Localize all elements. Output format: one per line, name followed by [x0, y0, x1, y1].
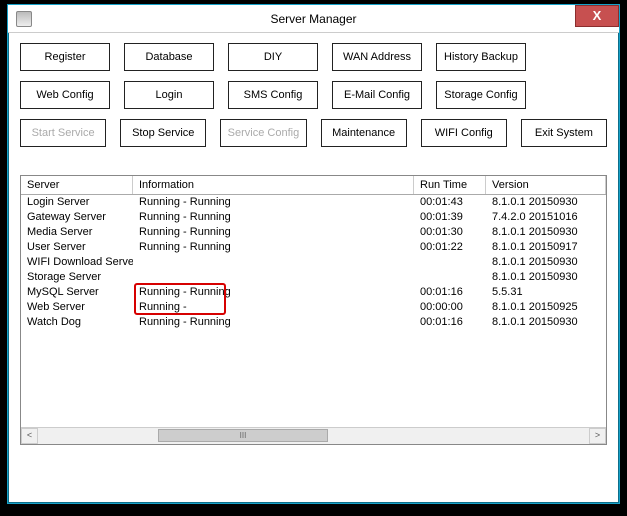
- storage-config-button[interactable]: Storage Config: [436, 81, 526, 109]
- cell-run: 00:01:30: [414, 225, 486, 240]
- start-service-button: Start Service: [20, 119, 106, 147]
- table-row[interactable]: MySQL ServerRunning - Running00:01:165.5…: [21, 285, 606, 300]
- scroll-right-button[interactable]: >: [589, 428, 606, 444]
- cell-info: Running - Running: [133, 315, 414, 330]
- cell-run: [414, 270, 486, 285]
- scroll-left-button[interactable]: <: [21, 428, 38, 444]
- table-row[interactable]: Gateway ServerRunning - Running00:01:397…: [21, 210, 606, 225]
- titlebar: Server Manager X: [8, 5, 619, 33]
- cell-info: Running - Running: [133, 285, 414, 300]
- close-button[interactable]: X: [575, 5, 619, 27]
- scroll-thumb[interactable]: III: [158, 429, 328, 442]
- table-body: Login ServerRunning - Running00:01:438.1…: [21, 195, 606, 427]
- server-list: Server Information Run Time Version Logi…: [20, 175, 607, 445]
- cell-run: 00:01:16: [414, 315, 486, 330]
- cell-server: Gateway Server: [21, 210, 133, 225]
- cell-ver: 8.1.0.1 20150930: [486, 225, 606, 240]
- login-button[interactable]: Login: [124, 81, 214, 109]
- cell-run: 00:00:00: [414, 300, 486, 315]
- cell-server: User Server: [21, 240, 133, 255]
- button-row-1: Register Database DIY WAN Address History Ba…: [20, 43, 607, 71]
- cell-server: Watch Dog: [21, 315, 133, 330]
- exit-system-button[interactable]: Exit System: [521, 119, 607, 147]
- cell-server: Storage Server: [21, 270, 133, 285]
- wifi-config-button[interactable]: WIFI Config: [421, 119, 507, 147]
- header-runtime[interactable]: Run Time: [414, 176, 486, 194]
- cell-run: 00:01:43: [414, 195, 486, 210]
- button-row-3: Start Service Stop Service Service Config M…: [20, 119, 607, 147]
- table-row[interactable]: Login ServerRunning - Running00:01:438.1…: [21, 195, 606, 210]
- horizontal-scrollbar[interactable]: < III >: [21, 427, 606, 444]
- cell-run: 00:01:16: [414, 285, 486, 300]
- button-row-2: Web Config Login SMS Config E-Mail Config St…: [20, 81, 607, 109]
- cell-info: Running - Running: [133, 210, 414, 225]
- history-backup-button[interactable]: History Backup: [436, 43, 526, 71]
- app-icon: [16, 11, 32, 27]
- cell-ver: 8.1.0.1 20150930: [486, 315, 606, 330]
- cell-ver: 8.1.0.1 20150930: [486, 270, 606, 285]
- button-panel: Register Database DIY WAN Address History Ba…: [20, 43, 607, 147]
- cell-server: Login Server: [21, 195, 133, 210]
- cell-run: 00:01:22: [414, 240, 486, 255]
- database-button[interactable]: Database: [124, 43, 214, 71]
- cell-server: MySQL Server: [21, 285, 133, 300]
- table-row[interactable]: WIFI Download Server 8.1.0.1 20150930: [21, 255, 606, 270]
- cell-info: Running -: [133, 300, 414, 315]
- window-title: Server Manager: [8, 12, 619, 26]
- maintenance-button[interactable]: Maintenance: [321, 119, 407, 147]
- cell-info: Running - Running: [133, 240, 414, 255]
- table-row[interactable]: Web ServerRunning -00:00:008.1.0.1 20150…: [21, 300, 606, 315]
- web-config-button[interactable]: Web Config: [20, 81, 110, 109]
- table-row[interactable]: Storage Server 8.1.0.1 20150930: [21, 270, 606, 285]
- cell-server: Media Server: [21, 225, 133, 240]
- cell-run: [414, 255, 486, 270]
- table-row[interactable]: Media ServerRunning - Running00:01:308.1…: [21, 225, 606, 240]
- cell-info: Running - Running: [133, 225, 414, 240]
- service-config-button: Service Config: [220, 119, 306, 147]
- header-version[interactable]: Version: [486, 176, 606, 194]
- cell-ver: 8.1.0.1 20150930: [486, 255, 606, 270]
- cell-server: WIFI Download Server: [21, 255, 133, 270]
- content-area: Register Database DIY WAN Address History Ba…: [8, 33, 619, 455]
- cell-ver: 8.1.0.1 20150930: [486, 195, 606, 210]
- table-row[interactable]: Watch DogRunning - Running00:01:168.1.0.…: [21, 315, 606, 330]
- table-headers: Server Information Run Time Version: [21, 176, 606, 195]
- cell-ver: 8.1.0.1 20150917: [486, 240, 606, 255]
- header-information[interactable]: Information: [133, 176, 414, 194]
- cell-server: Web Server: [21, 300, 133, 315]
- cell-run: 00:01:39: [414, 210, 486, 225]
- server-manager-window: Server Manager X Register Database DIY WAN …: [7, 4, 620, 504]
- header-server[interactable]: Server: [21, 176, 133, 194]
- sms-config-button[interactable]: SMS Config: [228, 81, 318, 109]
- wan-address-button[interactable]: WAN Address: [332, 43, 422, 71]
- cell-ver: 5.5.31: [486, 285, 606, 300]
- stop-service-button[interactable]: Stop Service: [120, 119, 206, 147]
- cell-ver: 7.4.2.0 20151016: [486, 210, 606, 225]
- scroll-track[interactable]: III: [38, 428, 589, 444]
- table-row[interactable]: User ServerRunning - Running00:01:228.1.…: [21, 240, 606, 255]
- cell-ver: 8.1.0.1 20150925: [486, 300, 606, 315]
- register-button[interactable]: Register: [20, 43, 110, 71]
- cell-info: [133, 255, 414, 270]
- cell-info: Running - Running: [133, 195, 414, 210]
- cell-info: [133, 270, 414, 285]
- diy-button[interactable]: DIY: [228, 43, 318, 71]
- e-mail-config-button[interactable]: E-Mail Config: [332, 81, 422, 109]
